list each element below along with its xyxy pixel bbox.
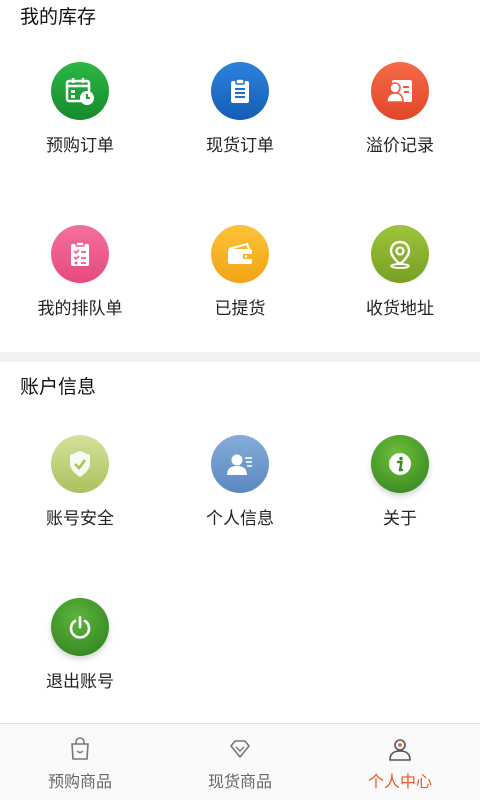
diamond-icon [227, 736, 253, 762]
power-icon [51, 598, 109, 656]
wallet-icon [211, 225, 269, 283]
personal-info-label: 个人信息 [206, 509, 274, 529]
account-security-button[interactable]: 账号安全 [0, 435, 160, 529]
section-divider [0, 352, 480, 362]
checklist-icon [51, 225, 109, 283]
logout-label: 退出账号 [46, 672, 114, 692]
person-icon [387, 736, 413, 762]
tab-spot-goods-label: 现货商品 [207, 772, 272, 791]
location-pin-icon [371, 225, 429, 283]
tab-personal-center-label: 个人中心 [367, 772, 432, 791]
tab-spot-goods[interactable]: 现货商品 [160, 724, 320, 800]
tab-personal-center[interactable]: 个人中心 [320, 724, 480, 800]
about-label: 关于 [383, 509, 417, 529]
shield-check-icon [51, 435, 109, 493]
personal-info-button[interactable]: 个人信息 [160, 435, 320, 529]
account-security-label: 账号安全 [46, 509, 114, 529]
spot-orders-label: 现货订单 [206, 136, 274, 156]
user-card-icon [211, 435, 269, 493]
picked-up-button[interactable]: 已提货 [160, 225, 320, 319]
spot-orders-button[interactable]: 现货订单 [160, 62, 320, 156]
shopping-bag-icon [67, 736, 93, 762]
premium-records-button[interactable]: 溢价记录 [320, 62, 480, 156]
my-queue-button[interactable]: 我的排队单 [0, 225, 160, 319]
premium-records-label: 溢价记录 [366, 136, 434, 156]
id-card-icon [371, 62, 429, 120]
picked-up-label: 已提货 [214, 299, 266, 319]
about-button[interactable]: 关于 [320, 435, 480, 529]
inventory-section-title: 我的库存 [20, 6, 97, 28]
logout-button[interactable]: 退出账号 [0, 598, 160, 692]
bottom-tab-bar: 预购商品 现货商品 个人中心 [0, 723, 480, 800]
clipboard-icon [211, 62, 269, 120]
shipping-address-label: 收货地址 [366, 299, 434, 319]
info-icon [371, 435, 429, 493]
calendar-clock-icon [51, 62, 109, 120]
preorder-orders-button[interactable]: 预购订单 [0, 62, 160, 156]
account-section-title: 账户信息 [20, 376, 97, 398]
tab-preorder-goods[interactable]: 预购商品 [0, 724, 160, 800]
tab-preorder-goods-label: 预购商品 [47, 772, 112, 791]
preorder-orders-label: 预购订单 [46, 136, 114, 156]
shipping-address-button[interactable]: 收货地址 [320, 225, 480, 319]
my-queue-label: 我的排队单 [37, 299, 123, 319]
